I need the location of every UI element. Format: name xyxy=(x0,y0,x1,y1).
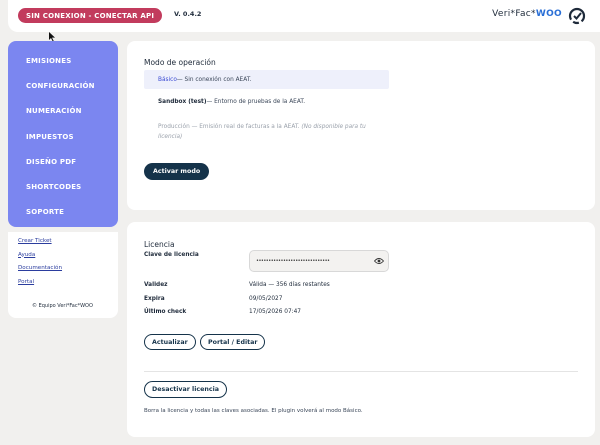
top-bar: SIN CONEXION - CONECTAR API V. 0.4.2 Ver… xyxy=(8,0,600,32)
sidebar-item-emisiones[interactable]: EMISIONES xyxy=(8,48,118,73)
mode-option-desc: — Sin conexión con AEAT. xyxy=(176,76,252,83)
license-key-value: •••••••••••••••••••••••••••••• xyxy=(256,258,330,264)
sidebar-item-soporte[interactable]: SOPORTE xyxy=(8,200,118,225)
license-card: Licencia Clave de licencia •••••••••••••… xyxy=(127,222,595,437)
license-key-label: Clave de licencia xyxy=(144,252,199,258)
divider xyxy=(144,371,578,372)
deactivate-license-button[interactable]: Desactivar licencia xyxy=(144,381,227,398)
link-portal[interactable]: Portal xyxy=(18,279,118,293)
mode-option-name: Básico xyxy=(158,76,177,83)
link-ayuda[interactable]: Ayuda xyxy=(18,252,118,266)
update-button[interactable]: Actualizar xyxy=(144,334,196,350)
brand-logo-icon xyxy=(568,7,586,25)
validity-value: Válida — 356 días restantes xyxy=(249,282,330,288)
connection-status-badge[interactable]: SIN CONEXION - CONECTAR API xyxy=(18,8,163,23)
mode-option-name: Producción xyxy=(158,124,190,130)
mode-option-desc: — Emisión real de facturas a la AEAT. xyxy=(189,124,302,130)
activate-mode-button[interactable]: Activar modo xyxy=(144,163,210,180)
sidebar-links-panel: Crear Ticket Ayuda Documentación Portal … xyxy=(8,232,118,318)
brand-suffix: WOO xyxy=(535,9,562,19)
brand-main: Veri*Fac* xyxy=(492,9,536,19)
eye-icon[interactable] xyxy=(374,257,384,265)
version-label: V. 0.4.2 xyxy=(174,10,202,18)
sidebar-item-shortcodes[interactable]: SHORTCODES xyxy=(8,174,118,199)
mode-card: Modo de operación Básico — Sin conexión … xyxy=(127,41,595,210)
sidebar-menu: EMISIONES CONFIGURACIÓN NUMERACIÓN IMPUE… xyxy=(8,41,118,227)
mode-option-basico[interactable]: Básico — Sin conexión con AEAT. xyxy=(144,70,389,89)
sidebar-item-configuracion[interactable]: CONFIGURACIÓN xyxy=(8,73,118,98)
mode-option-produccion: Producción — Emisión real de facturas a … xyxy=(144,122,389,142)
last-check-label: Último check xyxy=(144,309,187,315)
sidebar-item-impuestos[interactable]: IMPUESTOS xyxy=(8,124,118,149)
expiry-label: Expira xyxy=(144,296,165,302)
license-section-title: Licencia xyxy=(144,240,175,249)
last-check-value: 17/05/2026 07:47 xyxy=(249,309,301,315)
mode-option-sandbox[interactable]: Sandbox (test) — Entorno de pruebas de l… xyxy=(144,96,389,108)
link-documentacion[interactable]: Documentación xyxy=(18,265,118,279)
mode-option-name: Sandbox (test) xyxy=(158,99,207,105)
brand-logo-text: Veri*Fac*WOO xyxy=(492,9,562,19)
link-crear-ticket[interactable]: Crear Ticket xyxy=(18,238,118,252)
portal-edit-button[interactable]: Portal / Editar xyxy=(200,334,266,350)
sidebar-item-numeracion[interactable]: NUMERACIÓN xyxy=(8,99,118,124)
license-key-field[interactable]: •••••••••••••••••••••••••••••• xyxy=(249,250,389,272)
mode-option-desc: — Entorno de pruebas de la AEAT. xyxy=(206,99,306,105)
mode-section-title: Modo de operación xyxy=(144,58,216,67)
deactivate-note: Borra la licencia y todas las claves aso… xyxy=(144,408,363,414)
copyright-text: © Equipo Veri*Fac*WOO xyxy=(32,303,93,309)
sidebar-item-diseno-pdf[interactable]: DISEÑO PDF xyxy=(8,149,118,174)
expiry-value: 09/05/2027 xyxy=(249,296,283,302)
validity-label: Validez xyxy=(144,282,168,288)
